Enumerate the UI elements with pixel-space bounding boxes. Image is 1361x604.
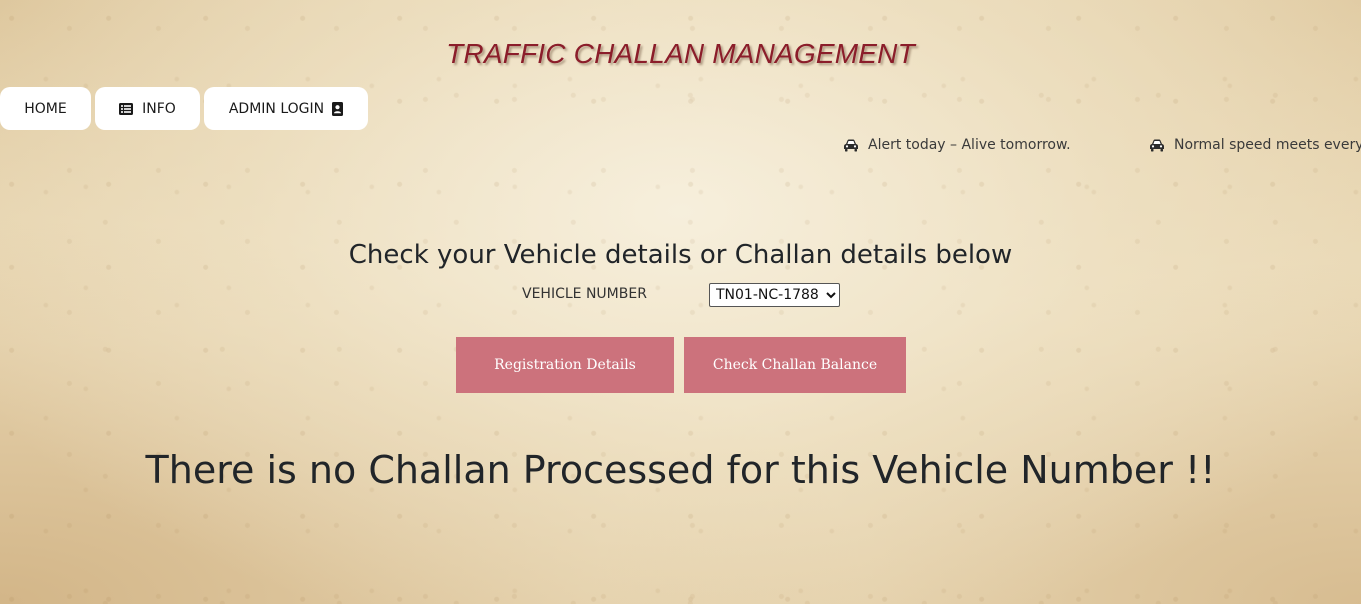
vehicle-number-select[interactable]: TN01-NC-1788 [709, 283, 840, 307]
ticker-item: Alert today – Alive tomorrow. [843, 137, 1071, 153]
main-nav: HOME INFO ADMIN LOGIN [0, 87, 368, 130]
ticker-item: Normal speed meets every [1149, 137, 1361, 153]
vehicle-number-label: VEHICLE NUMBER [522, 286, 647, 302]
safety-ticker: Alert today – Alive tomorrow. Normal spe… [843, 137, 1361, 157]
result-message: There is no Challan Processed for this V… [145, 448, 1216, 492]
nav-admin-login-label: ADMIN LOGIN [228, 100, 325, 117]
nav-info-button[interactable]: INFO [95, 87, 200, 130]
car-icon [843, 139, 859, 152]
check-challan-balance-button[interactable]: Check Challan Balance [684, 337, 906, 393]
check-details-heading: Check your Vehicle details or Challan de… [348, 240, 1013, 270]
nav-home-label: HOME [24, 100, 67, 117]
nav-admin-login-button[interactable]: ADMIN LOGIN [204, 87, 368, 130]
nav-home-button[interactable]: HOME [0, 87, 91, 130]
registration-details-button[interactable]: Registration Details [456, 337, 674, 393]
contact-card-icon [332, 101, 344, 116]
list-icon [119, 102, 134, 115]
nav-info-label: INFO [142, 100, 176, 117]
ticker-text: Normal speed meets every [1174, 137, 1361, 153]
site-title: TRAFFIC CHALLAN MANAGEMENT [446, 38, 915, 69]
ticker-text: Alert today – Alive tomorrow. [868, 137, 1071, 153]
car-icon [1149, 139, 1165, 152]
